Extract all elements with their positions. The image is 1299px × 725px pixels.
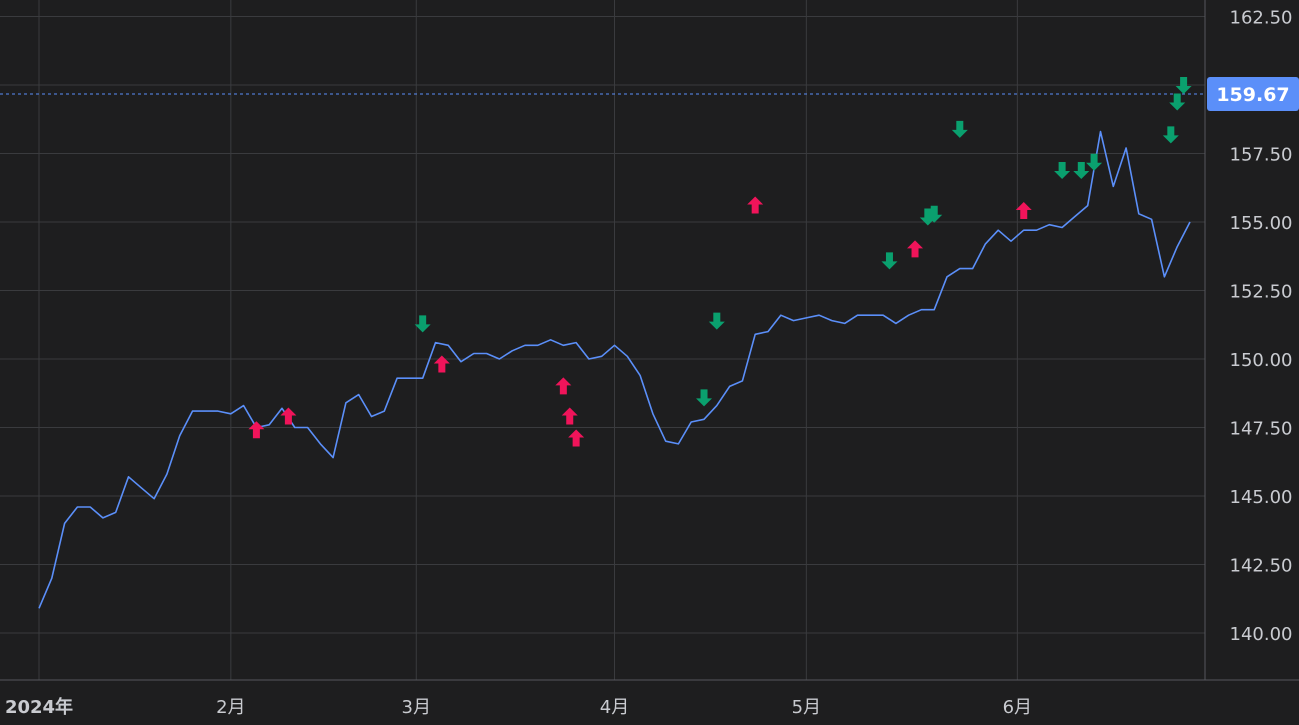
sell-down-arrow-icon	[881, 252, 898, 270]
y-tick-label: 162.50	[1230, 8, 1293, 29]
sell-down-arrow-icon	[708, 312, 725, 330]
sell-down-arrow-icon	[1073, 161, 1090, 179]
x-tick-label: 4月	[600, 697, 629, 718]
sell-down-arrow-icon	[696, 389, 713, 407]
y-tick-label: 157.50	[1230, 145, 1293, 166]
x-tick-label: 2024年	[5, 696, 73, 718]
buy-up-arrow-icon	[433, 355, 450, 373]
y-tick-label: 142.50	[1230, 556, 1293, 577]
sell-down-arrow-icon	[1169, 93, 1186, 111]
buy-up-arrow-icon	[747, 196, 764, 214]
y-tick-label: 140.00	[1230, 624, 1293, 645]
x-tick-label: 6月	[1003, 697, 1032, 718]
y-tick-label: 152.50	[1230, 282, 1293, 303]
buy-up-arrow-icon	[1015, 202, 1032, 220]
x-tick-label: 3月	[402, 697, 431, 718]
buy-up-arrow-icon	[561, 407, 578, 425]
current-price-label: 159.67	[1216, 84, 1289, 106]
y-tick-label: 145.00	[1230, 487, 1293, 508]
x-tick-label: 5月	[792, 697, 821, 718]
sell-down-arrow-icon	[414, 315, 431, 333]
y-tick-label: 147.50	[1230, 419, 1293, 440]
sell-down-arrow-icon	[1162, 126, 1179, 144]
y-tick-label: 150.00	[1230, 350, 1293, 371]
x-tick-label: 2月	[216, 697, 245, 718]
buy-up-arrow-icon	[568, 429, 585, 447]
y-tick-label: 155.00	[1230, 213, 1293, 234]
sell-down-arrow-icon	[1086, 153, 1103, 171]
sell-down-arrow-icon	[1054, 161, 1071, 179]
sell-down-arrow-icon	[951, 120, 968, 138]
stock-line-chart: 140.00 142.50 145.00 147.50 150.00 152.50 155.…	[0, 0, 1299, 725]
buy-up-arrow-icon	[907, 240, 924, 258]
buy-up-arrow-icon	[555, 377, 572, 395]
buy-up-arrow-icon	[248, 421, 265, 439]
chart-canvas: 140.00 142.50 145.00 147.50 150.00 152.50 155.…	[0, 0, 1299, 718]
